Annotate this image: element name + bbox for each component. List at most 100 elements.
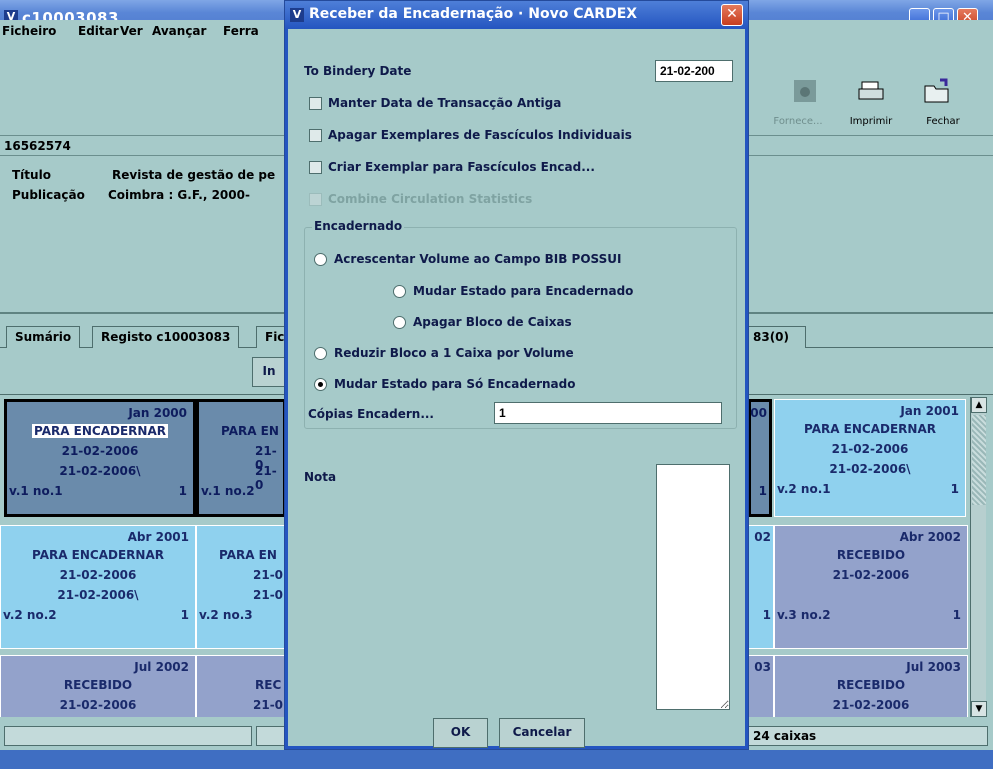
mudar-estado-so-encadernado-radio[interactable]	[314, 378, 327, 391]
issue-count: 1	[178, 484, 187, 498]
issue-volume: v.1 no.1	[9, 484, 63, 498]
menu-ferramentas[interactable]: Ferra	[223, 24, 259, 38]
taskbar-strip	[0, 750, 993, 769]
status-box-count: 24 caixas	[748, 726, 988, 746]
apagar-exemplares-label: Apagar Exemplares de Fascículos Individu…	[328, 128, 632, 142]
close-folder-icon	[924, 78, 949, 103]
issue-volume: v.1 no.2	[201, 484, 255, 498]
issue-date: Jan 2000	[128, 406, 187, 420]
fornece-button[interactable]: Fornece...	[768, 116, 828, 127]
copias-label: Cópias Encadern...	[308, 407, 434, 421]
titulo-value: Revista de gestão de pe	[112, 168, 276, 182]
issue-status: RECEBIDO	[836, 548, 906, 562]
issue-volume: v.3 no.2	[777, 608, 831, 622]
ok-button[interactable]: OK	[433, 718, 488, 748]
issue-date-2: 21-0	[253, 588, 284, 602]
apagar-bloco-label: Apagar Bloco de Caixas	[413, 315, 572, 329]
menu-avancar[interactable]: Avançar	[152, 24, 206, 38]
issue-count: 1	[180, 608, 189, 622]
issue-status: PARA ENCADERNAR	[804, 422, 936, 436]
issue-status: PARA EN	[219, 548, 277, 562]
issue-date-2: 21-02-2006\	[829, 462, 911, 476]
mudar-estado-so-encadernado-label: Mudar Estado para Só Encadernado	[334, 377, 576, 391]
fornece-icon	[794, 80, 816, 102]
grid-scrollbar[interactable]: ▲ ▼	[970, 397, 987, 717]
cancel-button[interactable]: Cancelar	[499, 718, 585, 748]
issue-count: 1	[950, 482, 959, 496]
tab-registo[interactable]: Registo c10003083	[92, 326, 240, 348]
close-record-button[interactable]: Fechar	[913, 116, 973, 127]
issue-status: PARA ENCADERNAR	[32, 548, 164, 562]
issue-status: PARA EN	[221, 424, 279, 438]
issue-status: RECEBIDO	[63, 678, 133, 692]
issue-status: PARA ENCADERNAR	[32, 424, 168, 438]
combine-stats-label: Combine Circulation Statistics	[328, 192, 533, 206]
issue-cell[interactable]: PARA EN 21-0 21-0 v.2 no.3	[196, 525, 286, 649]
manter-data-checkbox[interactable]	[309, 97, 322, 110]
issue-date-1: 21-02-2006	[59, 698, 137, 712]
nota-textarea[interactable]	[656, 464, 730, 710]
issue-date: Jul 2002	[134, 660, 189, 674]
issue-date: Jan 2001	[900, 404, 959, 418]
issue-cell[interactable]: Jan 2000 PARA ENCADERNAR 21-02-2006 21-0…	[4, 399, 196, 517]
issue-cell[interactable]: Abr 2001 PARA ENCADERNAR 21-02-2006 21-0…	[0, 525, 196, 649]
criar-exemplar-checkbox[interactable]	[309, 161, 322, 174]
tab-ficha[interactable]: Fic	[256, 326, 286, 348]
issue-count: 1	[758, 484, 767, 498]
dialog-app-icon: V	[290, 8, 304, 22]
issue-date: 00	[750, 406, 767, 420]
menu-editar[interactable]: Editar	[78, 24, 119, 38]
issue-cell[interactable]: Jul 2003 RECEBIDO 21-02-2006	[774, 655, 968, 717]
mudar-estado-encadernado-radio[interactable]	[393, 285, 406, 298]
scroll-up-icon[interactable]: ▲	[971, 397, 987, 413]
reduzir-bloco-radio[interactable]	[314, 347, 327, 360]
tab-caixas[interactable]: 83(0)	[744, 326, 806, 348]
acrescentar-volume-radio[interactable]	[314, 253, 327, 266]
status-field-2	[256, 726, 286, 746]
issue-cell[interactable]: 03	[748, 655, 774, 717]
dialog-close-button[interactable]: ✕	[721, 4, 743, 26]
apagar-exemplares-checkbox[interactable]	[309, 129, 322, 142]
issue-date-1: 21-02-2006	[59, 568, 137, 582]
issue-date-1: 21-02-2006	[832, 698, 910, 712]
issue-date-1: 21-02-2006	[832, 568, 910, 582]
issue-cell[interactable]: Jul 2002 RECEBIDO 21-02-2006	[0, 655, 196, 717]
issue-cell[interactable]: Jan 2001 PARA ENCADERNAR 21-02-2006 21-0…	[774, 399, 966, 517]
dialog-title-bar: V Receber da Encadernação · Novo CARDEX …	[285, 1, 748, 29]
acrescentar-volume-label: Acrescentar Volume ao Campo BIB POSSUI	[334, 252, 622, 266]
issue-cell[interactable]: Abr 2002 RECEBIDO 21-02-2006 v.3 no.2 1	[774, 525, 968, 649]
apagar-bloco-radio[interactable]	[393, 316, 406, 329]
to-bindery-date-field[interactable]	[655, 60, 733, 82]
tab-sumario[interactable]: Sumário	[6, 326, 81, 348]
issue-cell[interactable]: PARA EN 21-0 21-0 v.1 no.2	[196, 399, 286, 517]
issue-volume: v.2 no.2	[3, 608, 57, 622]
issue-date: 02	[754, 530, 771, 544]
issue-status: RECEBIDO	[836, 678, 906, 692]
issue-cell[interactable]: 02 1	[748, 525, 774, 649]
copias-field[interactable]	[494, 402, 722, 424]
issue-status: REC	[255, 678, 282, 692]
issue-volume: v.2 no.1	[777, 482, 831, 496]
menu-ver[interactable]: Ver	[120, 24, 143, 38]
issue-date: Abr 2001	[127, 530, 189, 544]
dialog-title: Receber da Encadernação · Novo CARDEX	[309, 6, 638, 22]
scroll-thumb[interactable]	[972, 415, 986, 505]
print-button[interactable]: Imprimir	[841, 116, 901, 127]
insert-button[interactable]: In	[252, 357, 286, 387]
issue-date-2: 21-02-2006\	[59, 464, 141, 478]
status-field-1	[4, 726, 252, 746]
issue-date-1: 21-0	[253, 568, 284, 582]
issue-date-1: 21-02-2006	[831, 442, 909, 456]
scroll-down-icon[interactable]: ▼	[971, 701, 987, 717]
nota-label: Nota	[304, 470, 337, 484]
issue-count: 1	[762, 608, 771, 622]
criar-exemplar-label: Criar Exemplar para Fascículos Encad...	[328, 160, 595, 174]
menu-ficheiro[interactable]: Ficheiro	[2, 24, 56, 38]
issue-date-1: 21-0	[253, 698, 284, 712]
encadernado-group-title: Encadernado	[312, 219, 405, 233]
issue-date-2: 21-0	[255, 464, 277, 492]
issue-cell[interactable]: 00 1	[748, 399, 772, 517]
mudar-estado-encadernado-label: Mudar Estado para Encadernado	[413, 284, 634, 298]
issue-date-1: 21-02-2006	[61, 444, 139, 458]
issue-cell[interactable]: REC 21-0	[196, 655, 286, 717]
